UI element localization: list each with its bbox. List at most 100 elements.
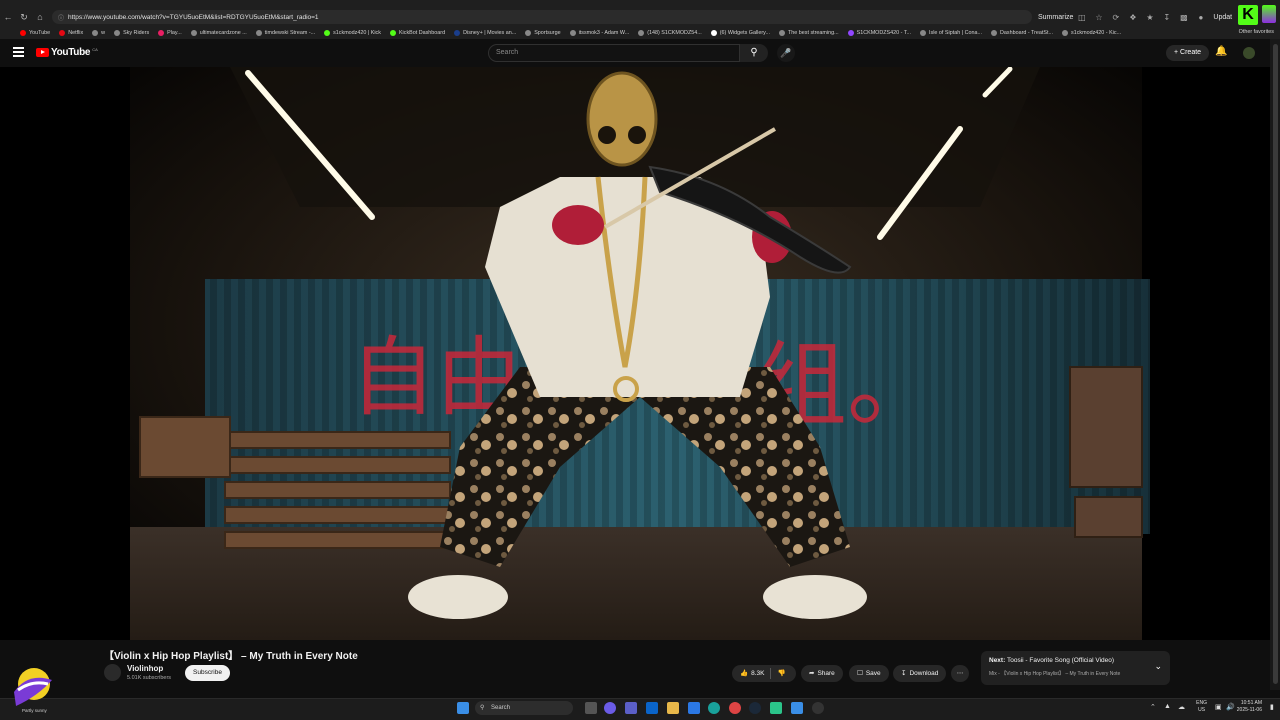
- chevron-down-icon[interactable]: ⌄: [1154, 661, 1162, 672]
- bookmark-item[interactable]: Sky Riders: [114, 29, 150, 36]
- next-subtitle: Mix - 【Violin x Hip Hop Playlist】 – My T…: [989, 671, 1121, 677]
- language-indicator[interactable]: ENG US: [1196, 700, 1207, 714]
- favorite-star-icon[interactable]: ☆: [1090, 13, 1107, 22]
- bookmark-item[interactable]: (148) S1CKMODZ54...: [638, 29, 702, 36]
- channel-avatar[interactable]: [104, 664, 121, 681]
- bookmark-label: Sportsurge: [534, 29, 561, 36]
- globe-icon: [1062, 29, 1069, 36]
- channel-name[interactable]: Violinhop: [127, 664, 163, 673]
- tab-strip: [0, 0, 1280, 8]
- bookmark-item[interactable]: Isle of Siptah | Cona...: [920, 29, 982, 36]
- copilot-icon[interactable]: [604, 702, 616, 714]
- downloads-icon[interactable]: ↧: [1158, 13, 1175, 22]
- voice-search-button[interactable]: 🎤: [777, 44, 795, 62]
- bookmark-item[interactable]: ultimatecardzone ...: [190, 29, 247, 36]
- other-favorites-button[interactable]: Other favorites: [1234, 29, 1274, 35]
- notification-icon[interactable]: ▮: [1270, 703, 1274, 711]
- create-button[interactable]: + Create: [1166, 45, 1210, 61]
- chevron-up-icon[interactable]: ⌃: [1150, 703, 1156, 711]
- thumbs-down-icon[interactable]: 👎: [777, 665, 785, 682]
- collections-icon[interactable]: ▩: [1175, 13, 1192, 22]
- bookmark-item[interactable]: timdewski Stream -...: [255, 29, 315, 36]
- save-button[interactable]: ☐ Save: [849, 665, 889, 682]
- globe-icon: [92, 29, 99, 36]
- chrome-icon[interactable]: [729, 702, 741, 714]
- task-view-icon[interactable]: [585, 702, 597, 714]
- account-avatar[interactable]: [1243, 47, 1255, 59]
- store-icon[interactable]: [688, 702, 700, 714]
- netflix-favicon-icon: [59, 29, 66, 36]
- kick-extension-icon[interactable]: [1262, 5, 1276, 23]
- subscribe-button[interactable]: Subscribe: [185, 665, 230, 681]
- bookmark-item[interactable]: Dashboard - TreatSt...: [990, 29, 1053, 36]
- hamburger-menu-icon[interactable]: [13, 47, 24, 57]
- globe-icon: [638, 29, 645, 36]
- bookmark-item[interactable]: S1CKMODZS420 - T...: [847, 29, 912, 36]
- extensions-icon[interactable]: ❖: [1124, 13, 1141, 22]
- onedrive-icon[interactable]: ☁: [1178, 703, 1185, 711]
- youtube-play-icon: [36, 48, 49, 57]
- teams-icon[interactable]: [625, 702, 637, 714]
- search-input[interactable]: Search: [488, 44, 740, 62]
- outlook-icon[interactable]: [646, 702, 658, 714]
- app-icon[interactable]: [770, 702, 782, 714]
- url-field[interactable]: ⓘ https://www.youtube.com/watch?v=TGYU5u…: [52, 10, 1032, 24]
- download-button[interactable]: ↧ Download: [893, 665, 947, 682]
- windows-start-icon[interactable]: [457, 702, 469, 714]
- bookmark-label: Sky Riders: [123, 29, 150, 36]
- refresh-circle-icon[interactable]: ⟳: [1107, 13, 1124, 22]
- home-icon[interactable]: ⌂: [32, 12, 48, 22]
- bookmark-item[interactable]: itssmok3 - Adam W...: [569, 29, 629, 36]
- edge-icon[interactable]: [708, 702, 720, 714]
- display-icon[interactable]: ▣: [1215, 703, 1222, 711]
- up-next-card[interactable]: Next: Toosii - Favorite Song (Official V…: [981, 651, 1170, 685]
- file-explorer-icon[interactable]: [667, 702, 679, 714]
- network-icon[interactable]: ▲: [1164, 703, 1171, 710]
- bookmark-item[interactable]: s1ckmodz420 | Kick: [324, 29, 381, 36]
- bookmark-label: s1ckmodz420 - Kic...: [1071, 29, 1122, 36]
- more-actions-button[interactable]: ⋯: [951, 665, 969, 682]
- share-button[interactable]: ➦ Share: [801, 665, 843, 682]
- search-button[interactable]: ⚲: [740, 44, 768, 62]
- kick-favicon-icon: [389, 29, 396, 36]
- notifications-bell-icon[interactable]: 🔔: [1215, 46, 1227, 57]
- globe-icon: [569, 29, 576, 36]
- favorites-icon[interactable]: ★: [1141, 13, 1158, 22]
- scrollbar-thumb[interactable]: [1273, 44, 1278, 684]
- clock[interactable]: 10:51 AM 2025-11-06: [1237, 700, 1262, 714]
- widgets-favicon-icon: [710, 29, 717, 36]
- windows-taskbar: [0, 698, 1280, 720]
- bookmark-item[interactable]: (6) Widgets Gallery...: [710, 29, 770, 36]
- bookmark-item[interactable]: Sportsurge: [525, 29, 561, 36]
- thumbs-up-icon[interactable]: 👍: [740, 665, 748, 682]
- profile-icon[interactable]: ●: [1192, 13, 1209, 22]
- like-count[interactable]: 8.3K: [751, 665, 764, 682]
- next-video-title: Toosii - Favorite Song (Official Video): [1006, 657, 1115, 664]
- refresh-app-icon[interactable]: [812, 702, 824, 714]
- bookmark-item[interactable]: s1ckmodz420 - Kic...: [1062, 29, 1122, 36]
- taskbar-search[interactable]: ⚲ Search: [475, 701, 573, 715]
- keyboard-region: US: [1198, 707, 1206, 713]
- bookmark-item[interactable]: Play...: [158, 29, 182, 36]
- info-icon[interactable]: ⓘ: [58, 13, 64, 22]
- bookmark-label: Disney+ | Movies an...: [463, 29, 517, 36]
- bookmark-item[interactable]: Disney+ | Movies an...: [454, 29, 517, 36]
- weather-widget-icon[interactable]: [8, 662, 56, 712]
- bookmark-item[interactable]: The best streaming...: [778, 29, 839, 36]
- bookmark-item[interactable]: YouTube: [20, 29, 50, 36]
- photos-icon[interactable]: [791, 702, 803, 714]
- update-button[interactable]: Updat: [1213, 14, 1232, 21]
- bookmark-item[interactable]: KickBot Dashboard: [389, 29, 445, 36]
- bookmark-label: S1CKMODZS420 - T...: [856, 29, 912, 36]
- video-player[interactable]: 自由 组。: [0, 67, 1270, 640]
- globe-icon: [114, 29, 121, 36]
- volume-icon[interactable]: 🔊: [1226, 703, 1235, 711]
- youtube-logo[interactable]: YouTube CA: [36, 47, 98, 58]
- summarize-button[interactable]: Summarize: [1038, 14, 1073, 21]
- bookmark-item[interactable]: Netflix: [59, 29, 83, 36]
- split-screen-icon[interactable]: ◫: [1073, 13, 1090, 22]
- bookmark-item[interactable]: w: [92, 29, 105, 36]
- back-icon[interactable]: ←: [0, 12, 16, 22]
- reload-icon[interactable]: ↻: [16, 12, 32, 23]
- steam-icon[interactable]: [749, 702, 761, 714]
